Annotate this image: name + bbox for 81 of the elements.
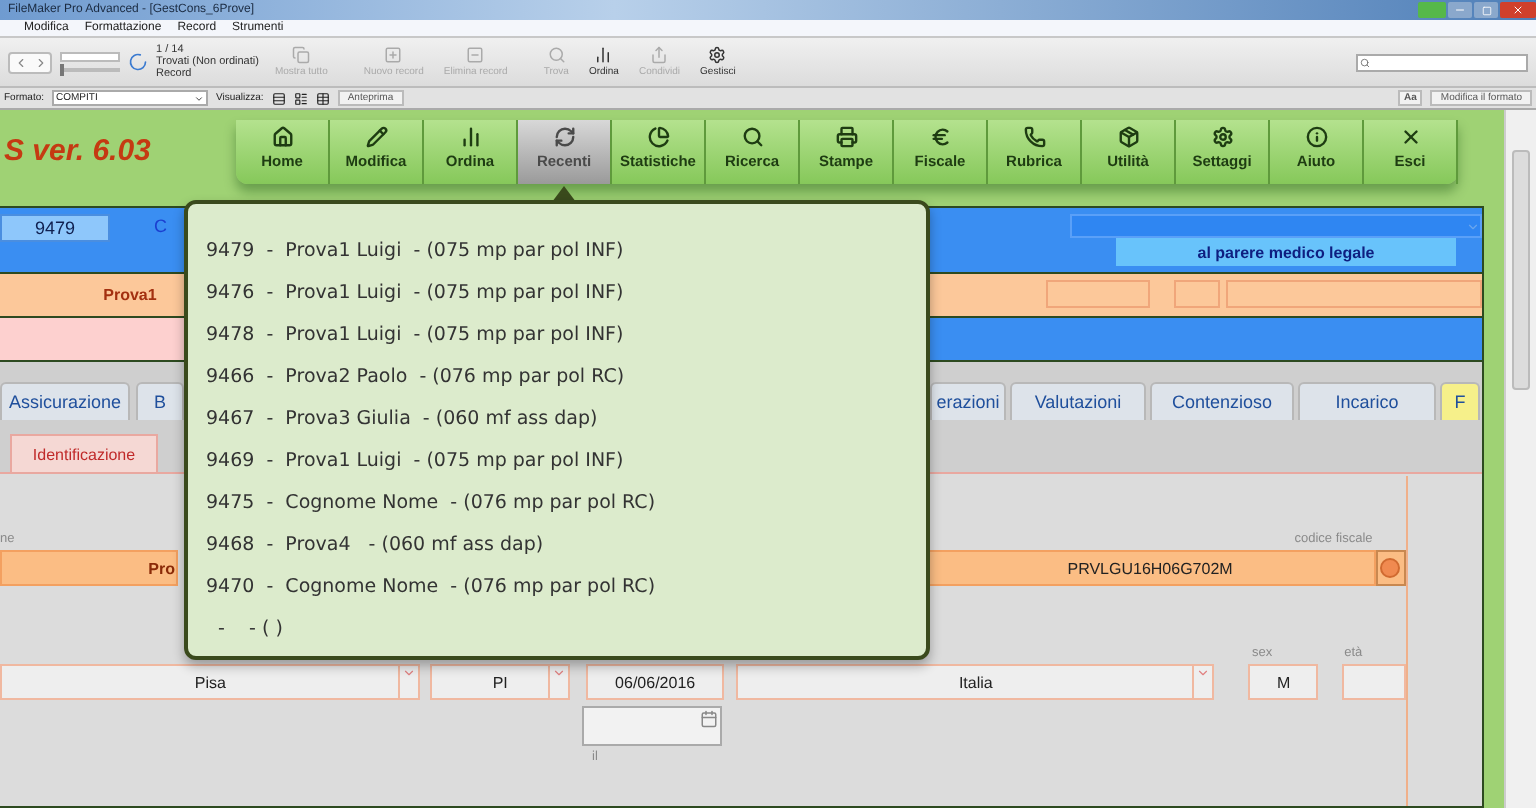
app-version: S ver. 6.03 (2, 132, 153, 168)
tab[interactable]: erazioni (930, 382, 1006, 420)
settings-icon (1211, 126, 1233, 148)
tab[interactable]: B (136, 382, 184, 420)
caret-icon (547, 666, 568, 698)
date-input[interactable] (582, 706, 722, 746)
plus-square-icon (384, 46, 403, 64)
date-field[interactable]: 06/06/2016 (585, 664, 725, 700)
chevron-left-icon (13, 55, 27, 69)
tab[interactable]: Contenzioso (1150, 382, 1294, 420)
recent-record-item[interactable]: 9468 - Prova4 - (060 mf ass dap) (206, 524, 926, 566)
name-field[interactable]: Pro (0, 550, 178, 586)
sub-tab[interactable]: Identificazione (10, 434, 158, 472)
name-band-field[interactable] (1173, 280, 1220, 308)
bar-chart-icon (594, 46, 613, 64)
search-icon (1360, 57, 1370, 67)
printer-icon (835, 126, 857, 148)
recent-record-item[interactable]: - - ( ) (206, 608, 926, 650)
tab[interactable]: Assicurazione (0, 382, 130, 420)
tab[interactable]: Valutazioni (1010, 382, 1146, 420)
province-field[interactable]: PI (430, 664, 570, 700)
name-band-field[interactable] (1046, 280, 1150, 308)
status-button[interactable] (1375, 550, 1406, 586)
minus-square-icon (466, 46, 485, 64)
recent-record-item[interactable]: 9466 - Prova2 Paolo - (076 mp par pol RC) (206, 356, 926, 398)
bar-chart-icon (459, 126, 481, 148)
euro-icon (929, 126, 951, 148)
chevron-right-icon (33, 55, 47, 69)
record-field[interactable] (60, 52, 120, 62)
city-field[interactable]: Pisa (0, 664, 421, 700)
search-field[interactable] (1356, 53, 1528, 71)
form-view-icon[interactable] (271, 91, 286, 105)
record-id-field[interactable]: 9479 (0, 214, 110, 242)
list-view-icon[interactable] (293, 91, 308, 105)
header-label: C (154, 216, 167, 240)
calendar-icon (700, 710, 718, 728)
home-icon (271, 126, 293, 148)
tab[interactable]: Incarico (1298, 382, 1436, 420)
copy-icon (292, 46, 311, 64)
app-button[interactable] (1418, 2, 1446, 18)
maximize-button[interactable] (1474, 2, 1498, 18)
caret-icon (194, 93, 205, 103)
caret-icon (398, 666, 419, 698)
pie-chart-icon (647, 126, 669, 148)
box-icon (1117, 126, 1139, 148)
search-icon (741, 126, 763, 148)
scroll-thumb[interactable] (1512, 150, 1530, 390)
info-icon (1305, 126, 1327, 148)
maximize-icon (1481, 5, 1491, 15)
minimize-icon (1454, 4, 1466, 16)
patient-name: Prova1 (101, 284, 157, 308)
recent-record-item[interactable]: 9475 - Cognome Nome - (076 mp par pol RC) (206, 482, 926, 524)
recent-record-item[interactable]: 9469 - Prova1 Luigi - (075 mp par pol INF) (206, 440, 926, 482)
dropdown-field[interactable] (1070, 214, 1482, 238)
pencil-icon (365, 126, 387, 148)
tax-code-field[interactable]: PRVLGU16H06G702M (925, 550, 1376, 586)
recent-record-item[interactable]: 9479 - Prova1 Luigi - (075 mp par pol INF) (206, 230, 926, 272)
note-label: al parere medico legale (1116, 238, 1456, 266)
minimize-button[interactable] (1448, 2, 1472, 18)
close-icon (1512, 4, 1524, 16)
name-band-field[interactable] (1225, 280, 1482, 308)
status-dot-icon (1380, 558, 1401, 578)
recent-record-item[interactable]: 9478 - Prova1 Luigi - (075 mp par pol INF) (206, 314, 926, 356)
phone-icon (1023, 126, 1045, 148)
refresh-icon (553, 126, 575, 148)
close-button[interactable] (1500, 2, 1536, 18)
age-field[interactable] (1342, 664, 1406, 700)
recent-record-item[interactable]: 9467 - Prova3 Giulia - (060 mf ass dap) (206, 398, 926, 440)
tab[interactable]: F (1440, 382, 1480, 420)
search-icon (547, 46, 566, 64)
settings-icon (708, 46, 727, 64)
recent-record-item[interactable]: 9476 - Prova1 Luigi - (075 mp par pol INF) (206, 272, 926, 314)
table-view-icon[interactable] (315, 91, 330, 105)
recent-record-item[interactable]: 9470 - Cognome Nome - (076 mp par pol RC) (206, 566, 926, 608)
close-icon (1399, 126, 1421, 148)
country-field[interactable]: Italia (736, 664, 1215, 700)
scrollbar[interactable] (1504, 110, 1536, 808)
caret-icon (1192, 666, 1213, 698)
share-icon (650, 46, 669, 64)
sex-field[interactable]: M (1248, 664, 1319, 700)
caret-icon (1466, 219, 1480, 233)
